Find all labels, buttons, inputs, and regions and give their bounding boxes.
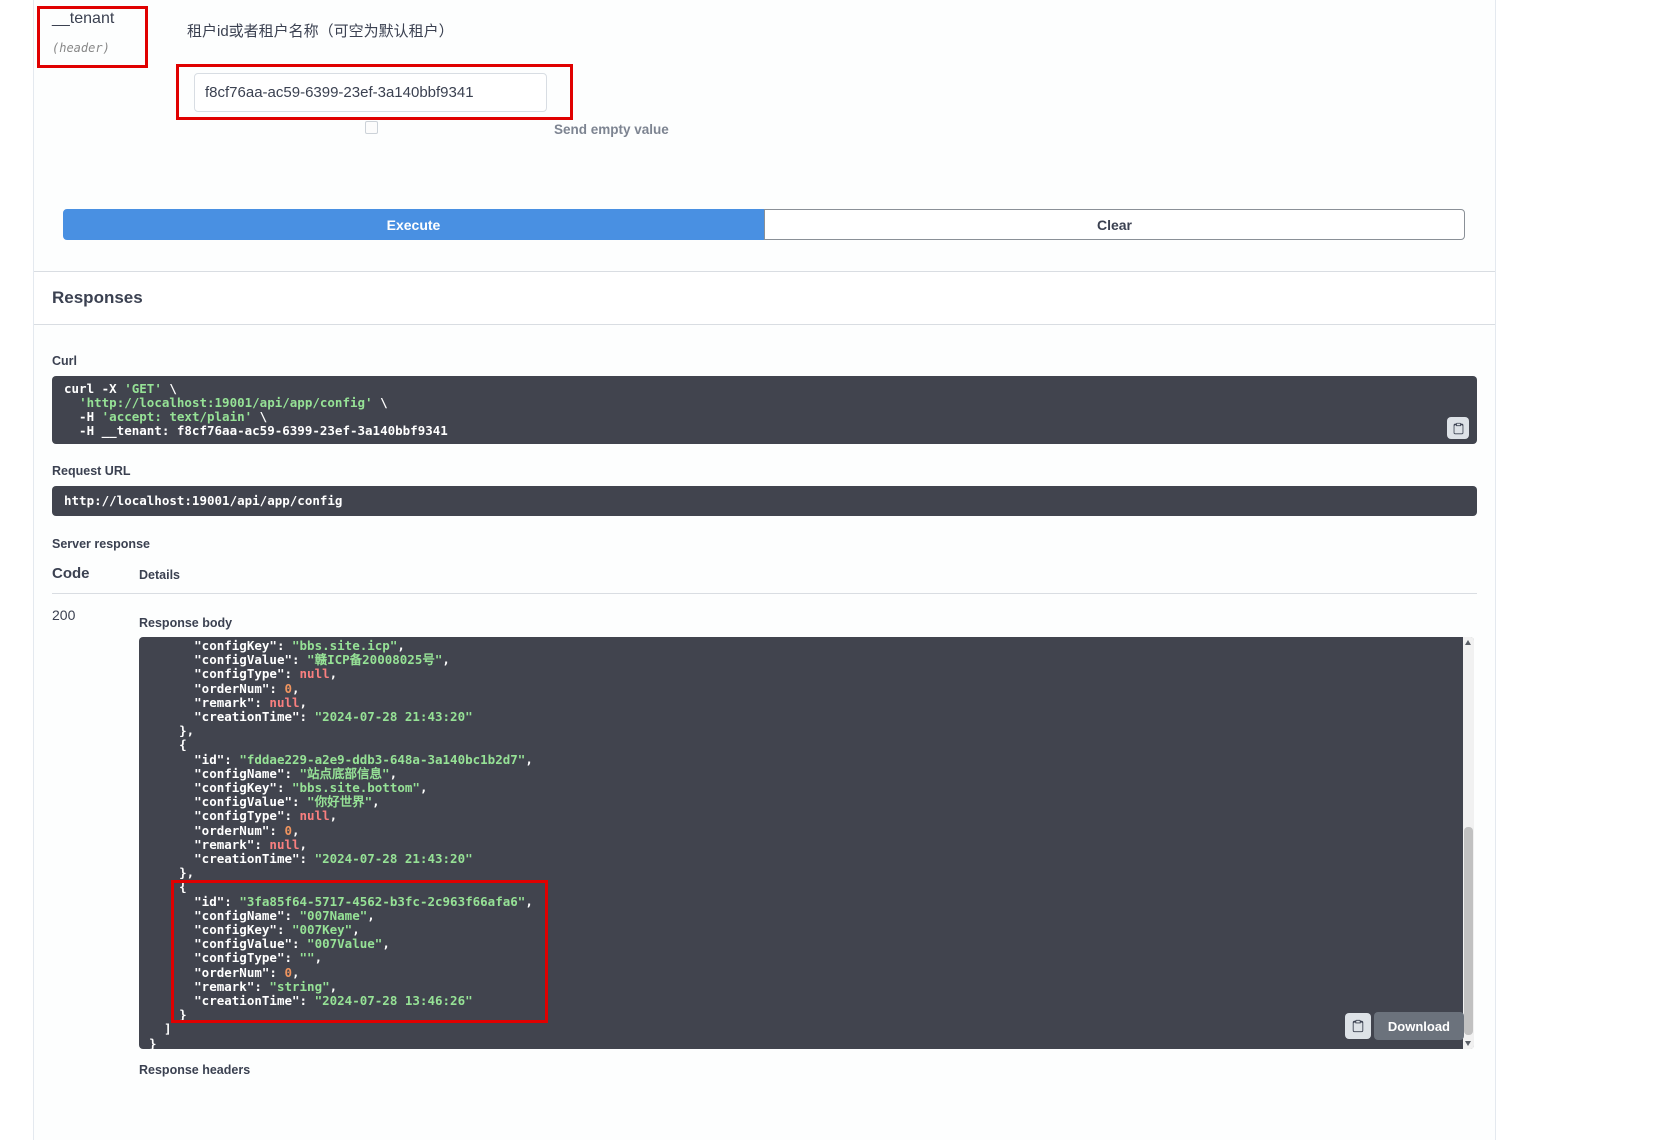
response-details-column: Response body "configKey": "bbs.site.icp… (139, 607, 1477, 1077)
execute-row: Execute Clear (63, 209, 1465, 240)
parameter-location: (header) (52, 41, 110, 55)
server-response-table-head: Code Details (52, 565, 1477, 594)
curl-label: Curl (52, 354, 1477, 368)
swagger-page: __tenant (header) 租户id或者租户名称（可空为默认租户） Se… (0, 0, 1667, 1140)
response-body-block: "configKey": "bbs.site.icp", "configValu… (139, 637, 1474, 1049)
code-column-header: Code (52, 565, 139, 582)
scrollbar-down-arrow-icon[interactable] (1463, 1037, 1474, 1049)
clear-button[interactable]: Clear (764, 209, 1465, 240)
response-headers-label: Response headers (139, 1063, 1474, 1077)
opblock-body: __tenant (header) 租户id或者租户名称（可空为默认租户） Se… (33, 0, 1496, 1140)
parameter-name: __tenant (52, 10, 114, 28)
request-url-text: http://localhost:19001/api/app/config (64, 494, 1465, 508)
execute-button[interactable]: Execute (63, 209, 764, 240)
send-empty-checkbox[interactable] (365, 121, 378, 134)
clipboard-icon (1452, 422, 1465, 435)
request-url-block: http://localhost:19001/api/app/config (52, 486, 1477, 516)
scrollbar-up-arrow-icon[interactable] (1463, 637, 1474, 649)
download-button[interactable]: Download (1374, 1012, 1464, 1040)
response-body-scrollbar[interactable] (1463, 637, 1474, 1049)
clipboard-icon (1351, 1019, 1365, 1033)
response-copy-button[interactable] (1345, 1013, 1371, 1039)
request-url-label: Request URL (52, 464, 1477, 478)
status-code: 200 (52, 607, 139, 1077)
response-body-label: Response body (139, 616, 1474, 630)
server-response-label: Server response (52, 537, 1477, 551)
response-row: 200 Response body "configKey": "bbs.site… (52, 607, 1477, 1077)
responses-inner: Curl curl -X 'GET' \ 'http://localhost:1… (34, 354, 1495, 1077)
send-empty-label: Send empty value (554, 122, 669, 137)
responses-title: Responses (52, 288, 143, 308)
parameters-section: __tenant (header) 租户id或者租户名称（可空为默认租户） Se… (34, 0, 1495, 152)
details-column-header: Details (139, 568, 180, 582)
curl-copy-button[interactable] (1447, 417, 1469, 439)
response-body-json: "configKey": "bbs.site.icp", "configValu… (139, 637, 1474, 1049)
responses-section-header: Responses (34, 271, 1495, 325)
parameter-description: 租户id或者租户名称（可空为默认租户） (187, 20, 454, 41)
tenant-input[interactable] (194, 73, 547, 112)
curl-command-text: curl -X 'GET' \ 'http://localhost:19001/… (64, 382, 1465, 438)
scrollbar-thumb[interactable] (1464, 827, 1473, 1035)
curl-command-block: curl -X 'GET' \ 'http://localhost:19001/… (52, 376, 1477, 444)
